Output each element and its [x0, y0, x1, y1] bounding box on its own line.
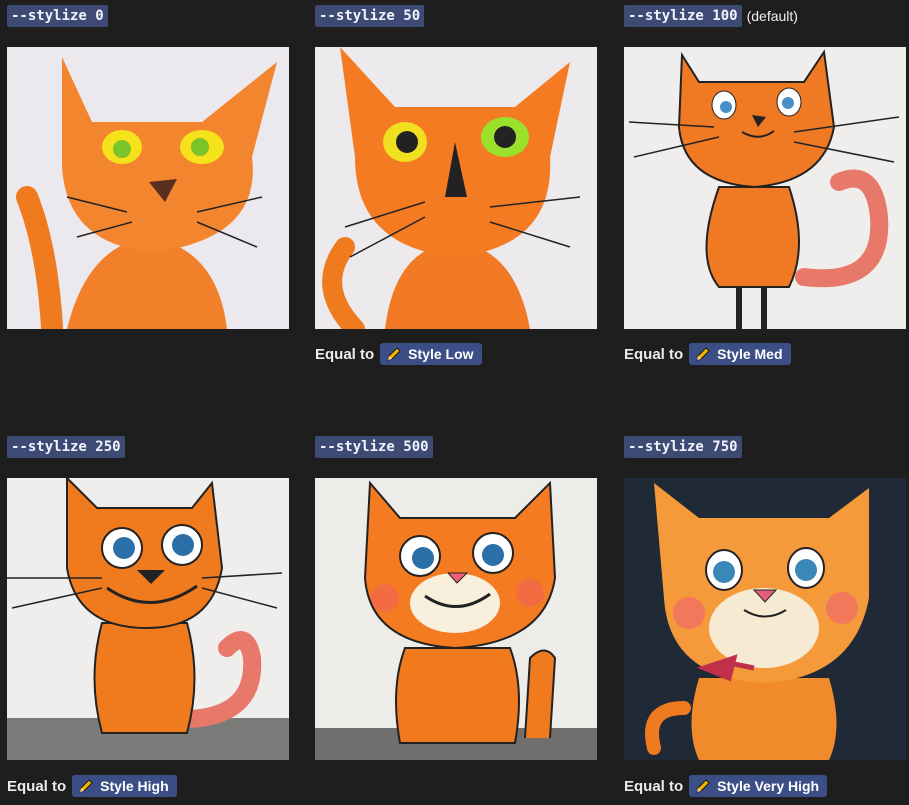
param-code: --stylize 500	[315, 436, 433, 458]
equal-to-row: Equal to Style Low	[315, 343, 482, 365]
param-code: --stylize 50	[315, 5, 425, 27]
pencil-icon	[79, 779, 93, 793]
cat-drawing-image	[315, 478, 597, 760]
equal-to-label: Equal to	[624, 345, 684, 363]
style-badge-label: Style High	[100, 778, 169, 794]
style-high-badge[interactable]: Style High	[72, 775, 177, 797]
param-code: --stylize 0	[7, 5, 108, 27]
default-note: (default)	[746, 8, 798, 24]
pencil-icon	[387, 347, 401, 361]
param-code: --stylize 100	[624, 5, 742, 27]
param-label: --stylize 50	[315, 5, 425, 27]
param-code: --stylize 750	[624, 436, 742, 458]
style-badge-label: Style Low	[408, 346, 474, 362]
style-badge-label: Style Med	[717, 346, 783, 362]
param-label: --stylize 250	[7, 436, 125, 458]
param-label: --stylize 0	[7, 5, 108, 27]
param-code: --stylize 250	[7, 436, 125, 458]
cat-drawing-image	[315, 47, 597, 329]
cat-drawing-image	[624, 47, 906, 329]
pencil-icon	[696, 347, 710, 361]
equal-to-label: Equal to	[315, 345, 375, 363]
equal-to-label: Equal to	[7, 777, 67, 795]
pencil-icon	[696, 779, 710, 793]
cat-drawing-image	[7, 47, 289, 329]
equal-to-row: Equal to Style High	[7, 775, 177, 797]
param-label: --stylize 100 (default)	[624, 5, 798, 27]
param-label: --stylize 500	[315, 436, 433, 458]
style-badge-label: Style Very High	[717, 778, 820, 794]
style-low-badge[interactable]: Style Low	[380, 343, 482, 365]
equal-to-row: Equal to Style Med	[624, 343, 791, 365]
param-label: --stylize 750	[624, 436, 742, 458]
equal-to-label: Equal to	[624, 777, 684, 795]
cat-drawing-image	[624, 478, 906, 760]
cat-drawing-image	[7, 478, 289, 760]
equal-to-row: Equal to Style Very High	[624, 775, 828, 797]
style-very-high-badge[interactable]: Style Very High	[689, 775, 828, 797]
style-med-badge[interactable]: Style Med	[689, 343, 791, 365]
